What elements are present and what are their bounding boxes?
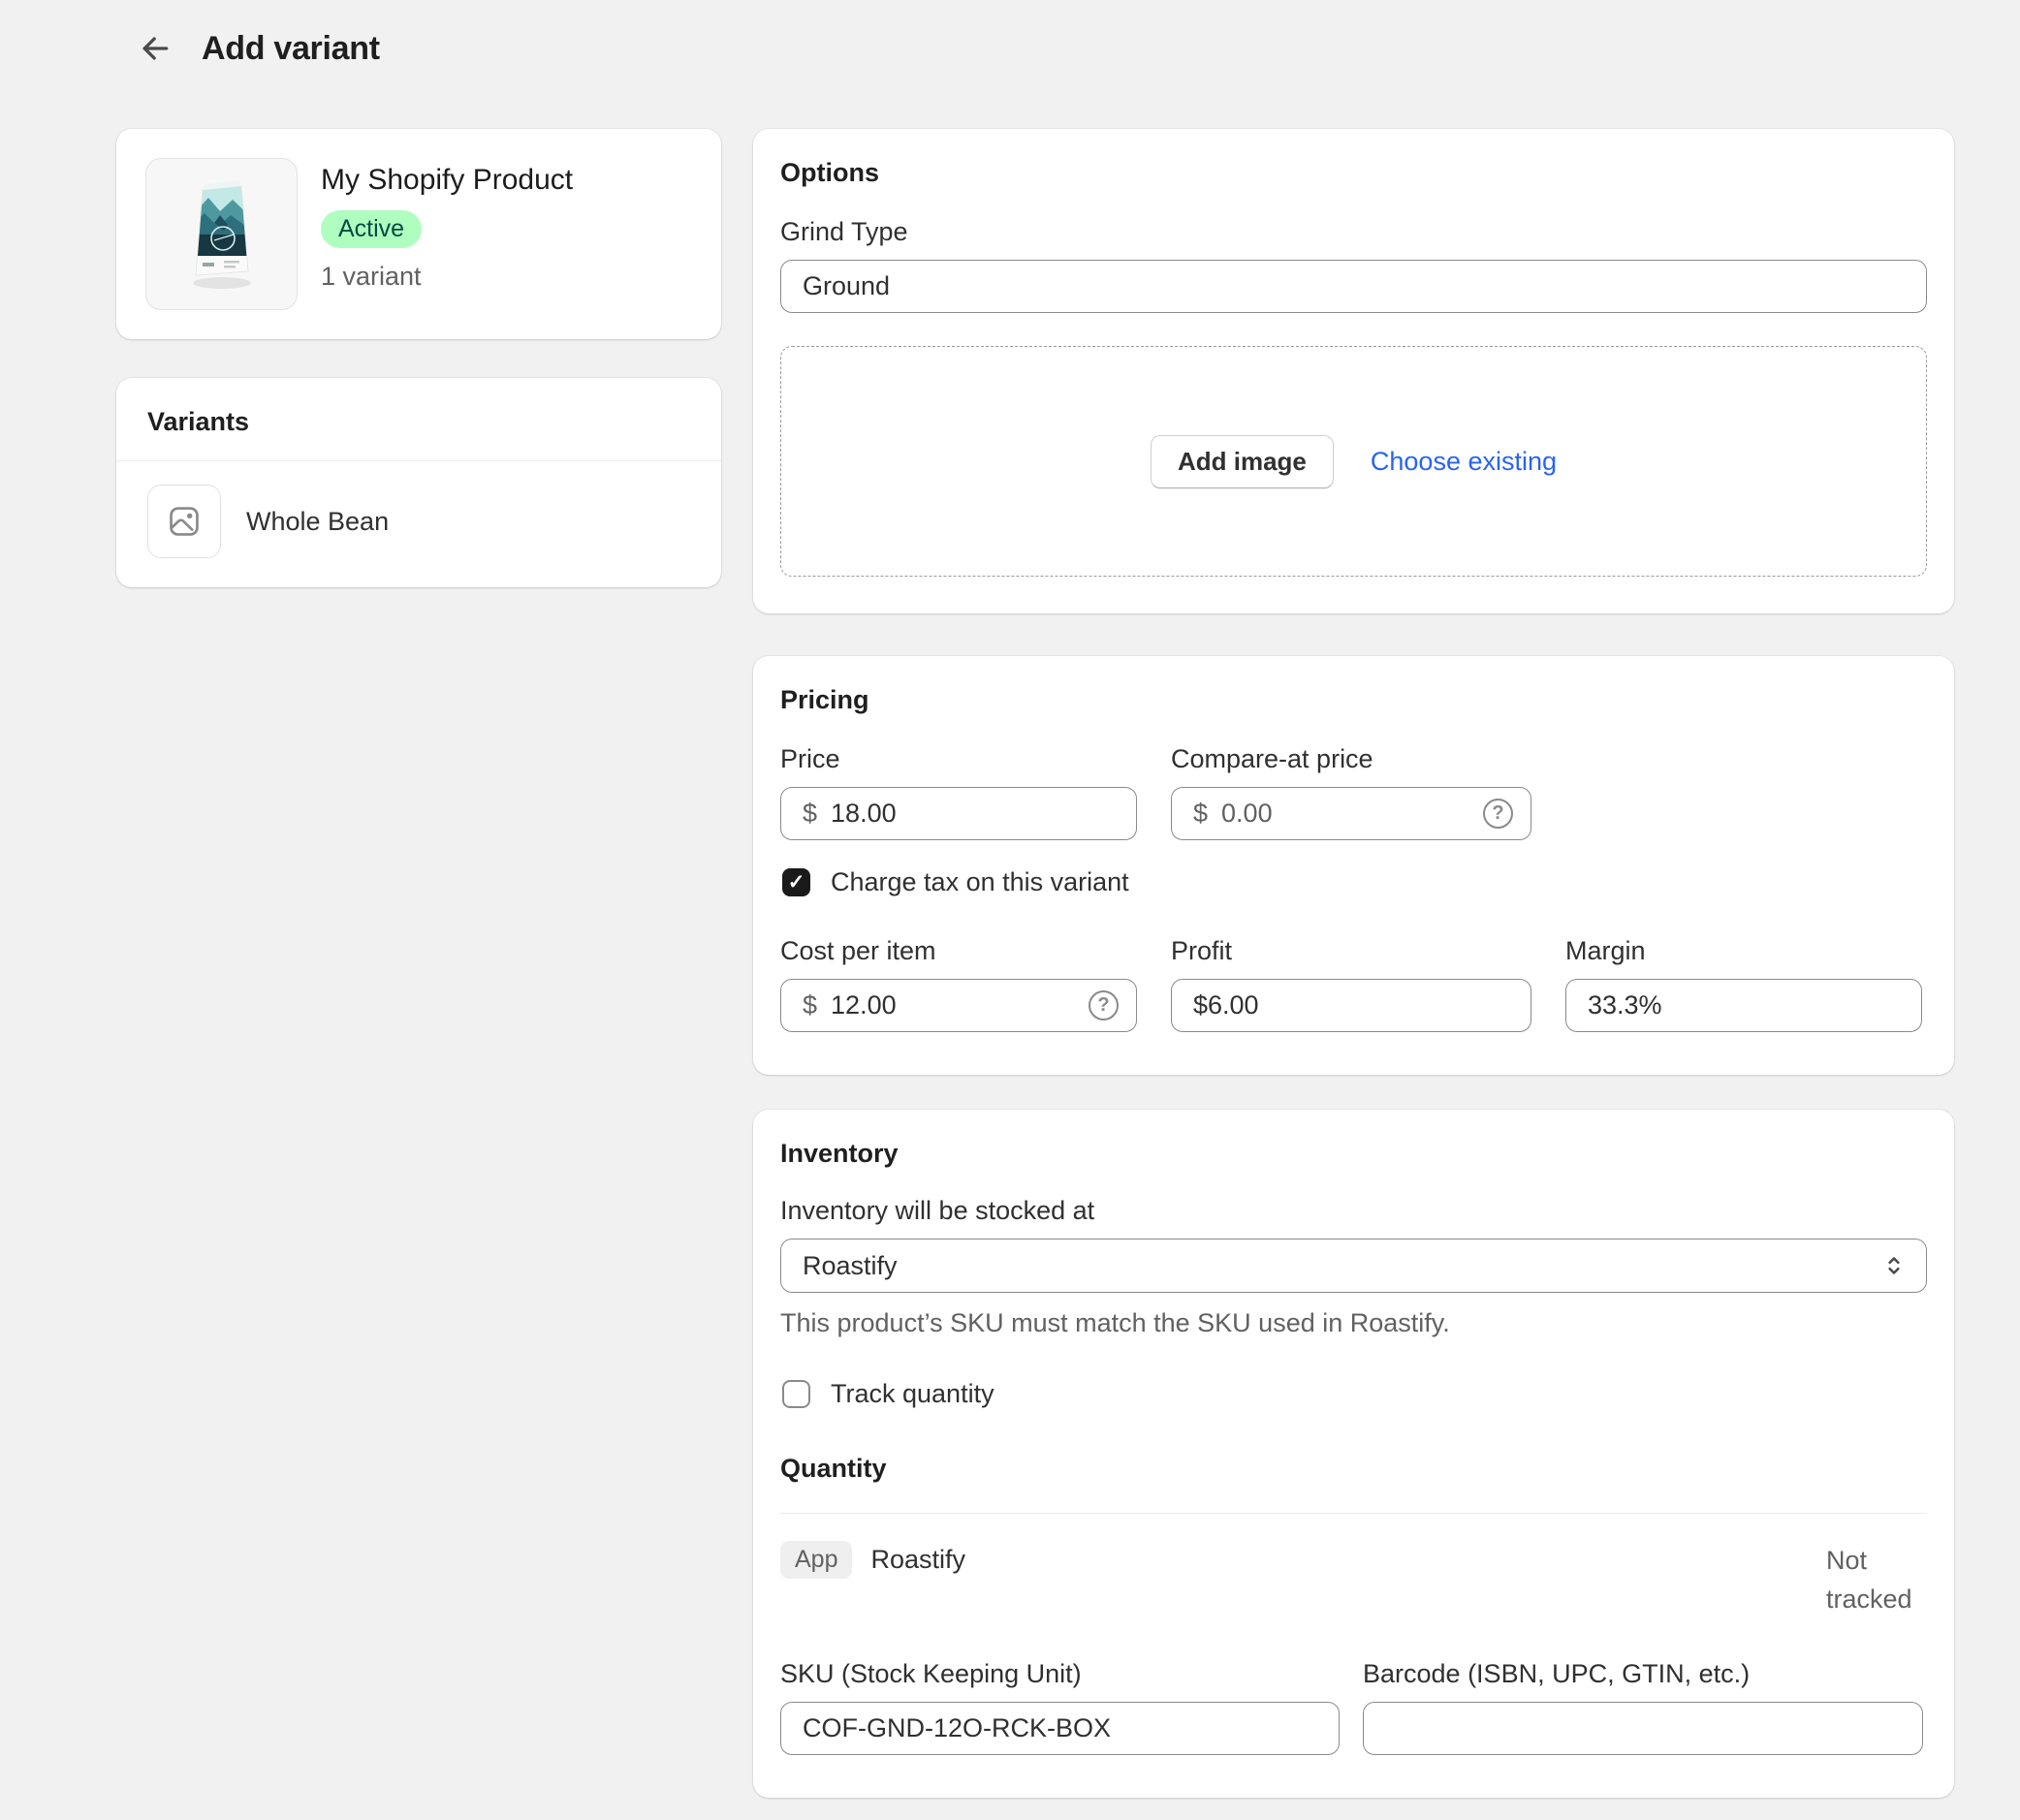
margin-label: Margin: [1565, 936, 1922, 966]
cost-field: Cost per item $ ?: [780, 936, 1137, 1032]
page-header: Add variant: [134, 27, 380, 70]
charge-tax-checkbox[interactable]: ✓: [782, 868, 810, 896]
compare-at-currency: $: [1193, 799, 1208, 829]
page-title: Add variant: [202, 30, 380, 68]
variant-label: Whole Bean: [246, 507, 389, 537]
margin-field: Margin: [1565, 936, 1922, 1032]
product-summary-card: My Shopify Product Active 1 variant: [116, 129, 721, 339]
arrow-left-icon: [136, 29, 174, 68]
charge-tax-row[interactable]: ✓ Charge tax on this variant: [782, 867, 1927, 897]
coffee-bag-image: [159, 167, 285, 302]
compare-at-label: Compare-at price: [1171, 744, 1531, 774]
sku-match-note: This product’s SKU must match the SKU us…: [780, 1308, 1927, 1338]
cost-input[interactable]: [831, 990, 1075, 1020]
cost-help-icon[interactable]: ?: [1089, 990, 1119, 1020]
back-button[interactable]: [134, 27, 176, 70]
status-badge: Active: [321, 210, 422, 248]
pricing-card: Pricing Price $ Compare-at price $ ? ✓ C: [753, 656, 1954, 1075]
variants-card: Variants Whole Bean: [116, 378, 721, 587]
add-image-button[interactable]: Add image: [1151, 435, 1334, 488]
quantity-app-row: App Roastify Not tracked: [780, 1541, 1927, 1618]
grind-type-label: Grind Type: [780, 217, 1927, 247]
profit-input[interactable]: [1193, 990, 1513, 1020]
price-label: Price: [780, 744, 1137, 774]
product-info: My Shopify Product Active 1 variant: [321, 158, 573, 310]
profit-label: Profit: [1171, 936, 1531, 966]
price-input-box[interactable]: $: [780, 787, 1137, 840]
cost-label: Cost per item: [780, 936, 1137, 966]
grind-type-input[interactable]: [780, 260, 1927, 313]
charge-tax-label: Charge tax on this variant: [831, 867, 1129, 897]
sku-label: SKU (Stock Keeping Unit): [780, 1659, 1340, 1689]
compare-at-input[interactable]: [1221, 799, 1469, 829]
product-title: My Shopify Product: [321, 164, 573, 197]
variant-count: 1 variant: [321, 262, 573, 292]
price-field: Price $: [780, 744, 1137, 840]
right-column: Options Grind Type Add image Choose exis…: [753, 129, 1954, 1798]
sku-barcode-row: SKU (Stock Keeping Unit) Barcode (ISBN, …: [780, 1659, 1927, 1755]
checkmark-icon: ✓: [788, 872, 805, 893]
variant-row[interactable]: Whole Bean: [116, 461, 721, 587]
product-thumbnail[interactable]: [145, 158, 298, 310]
compare-at-help-icon[interactable]: ?: [1483, 799, 1513, 829]
barcode-label: Barcode (ISBN, UPC, GTIN, etc.): [1363, 1659, 1923, 1689]
price-input[interactable]: [831, 799, 1119, 829]
tracked-status: Not tracked: [1826, 1541, 1927, 1618]
margin-input[interactable]: [1588, 990, 1904, 1020]
barcode-field: Barcode (ISBN, UPC, GTIN, etc.): [1363, 1659, 1923, 1755]
image-placeholder-icon: [166, 503, 203, 540]
app-info: App Roastify: [780, 1541, 965, 1579]
pricing-heading: Pricing: [780, 685, 1927, 715]
app-badge: App: [780, 1541, 852, 1579]
cost-currency: $: [803, 990, 817, 1020]
profit-input-box[interactable]: [1171, 979, 1531, 1032]
profit-field: Profit: [1171, 936, 1531, 1032]
choose-existing-link[interactable]: Choose existing: [1371, 447, 1557, 477]
variant-thumb: [147, 485, 221, 558]
app-name: Roastify: [870, 1545, 965, 1575]
quantity-heading: Quantity: [780, 1454, 1927, 1484]
options-heading: Options: [780, 158, 1927, 188]
image-dropzone[interactable]: Add image Choose existing: [780, 346, 1927, 577]
track-quantity-row[interactable]: ✓ Track quantity: [782, 1379, 1927, 1409]
compare-at-input-box[interactable]: $ ?: [1171, 787, 1531, 840]
options-card: Options Grind Type Add image Choose exis…: [753, 129, 1954, 613]
sku-input[interactable]: [780, 1702, 1340, 1755]
margin-input-box[interactable]: [1565, 979, 1922, 1032]
quantity-divider: [780, 1513, 1927, 1514]
variants-heading: Variants: [116, 378, 721, 460]
stocked-at-label: Inventory will be stocked at: [780, 1196, 1927, 1226]
stocked-at-select[interactable]: Roastify: [780, 1239, 1927, 1293]
sku-field: SKU (Stock Keeping Unit): [780, 1659, 1340, 1755]
price-currency: $: [803, 799, 817, 829]
inventory-card: Inventory Inventory will be stocked at R…: [753, 1110, 1954, 1798]
inventory-heading: Inventory: [780, 1139, 1927, 1169]
cost-input-box[interactable]: $ ?: [780, 979, 1137, 1032]
compare-at-field: Compare-at price $ ?: [1171, 744, 1531, 840]
track-quantity-checkbox[interactable]: ✓: [782, 1380, 810, 1408]
left-column: My Shopify Product Active 1 variant Vari…: [116, 129, 721, 587]
stocked-at-value: Roastify: [803, 1251, 898, 1281]
track-quantity-label: Track quantity: [831, 1379, 994, 1409]
chevron-updown-icon: [1879, 1251, 1909, 1280]
barcode-input[interactable]: [1363, 1702, 1923, 1755]
